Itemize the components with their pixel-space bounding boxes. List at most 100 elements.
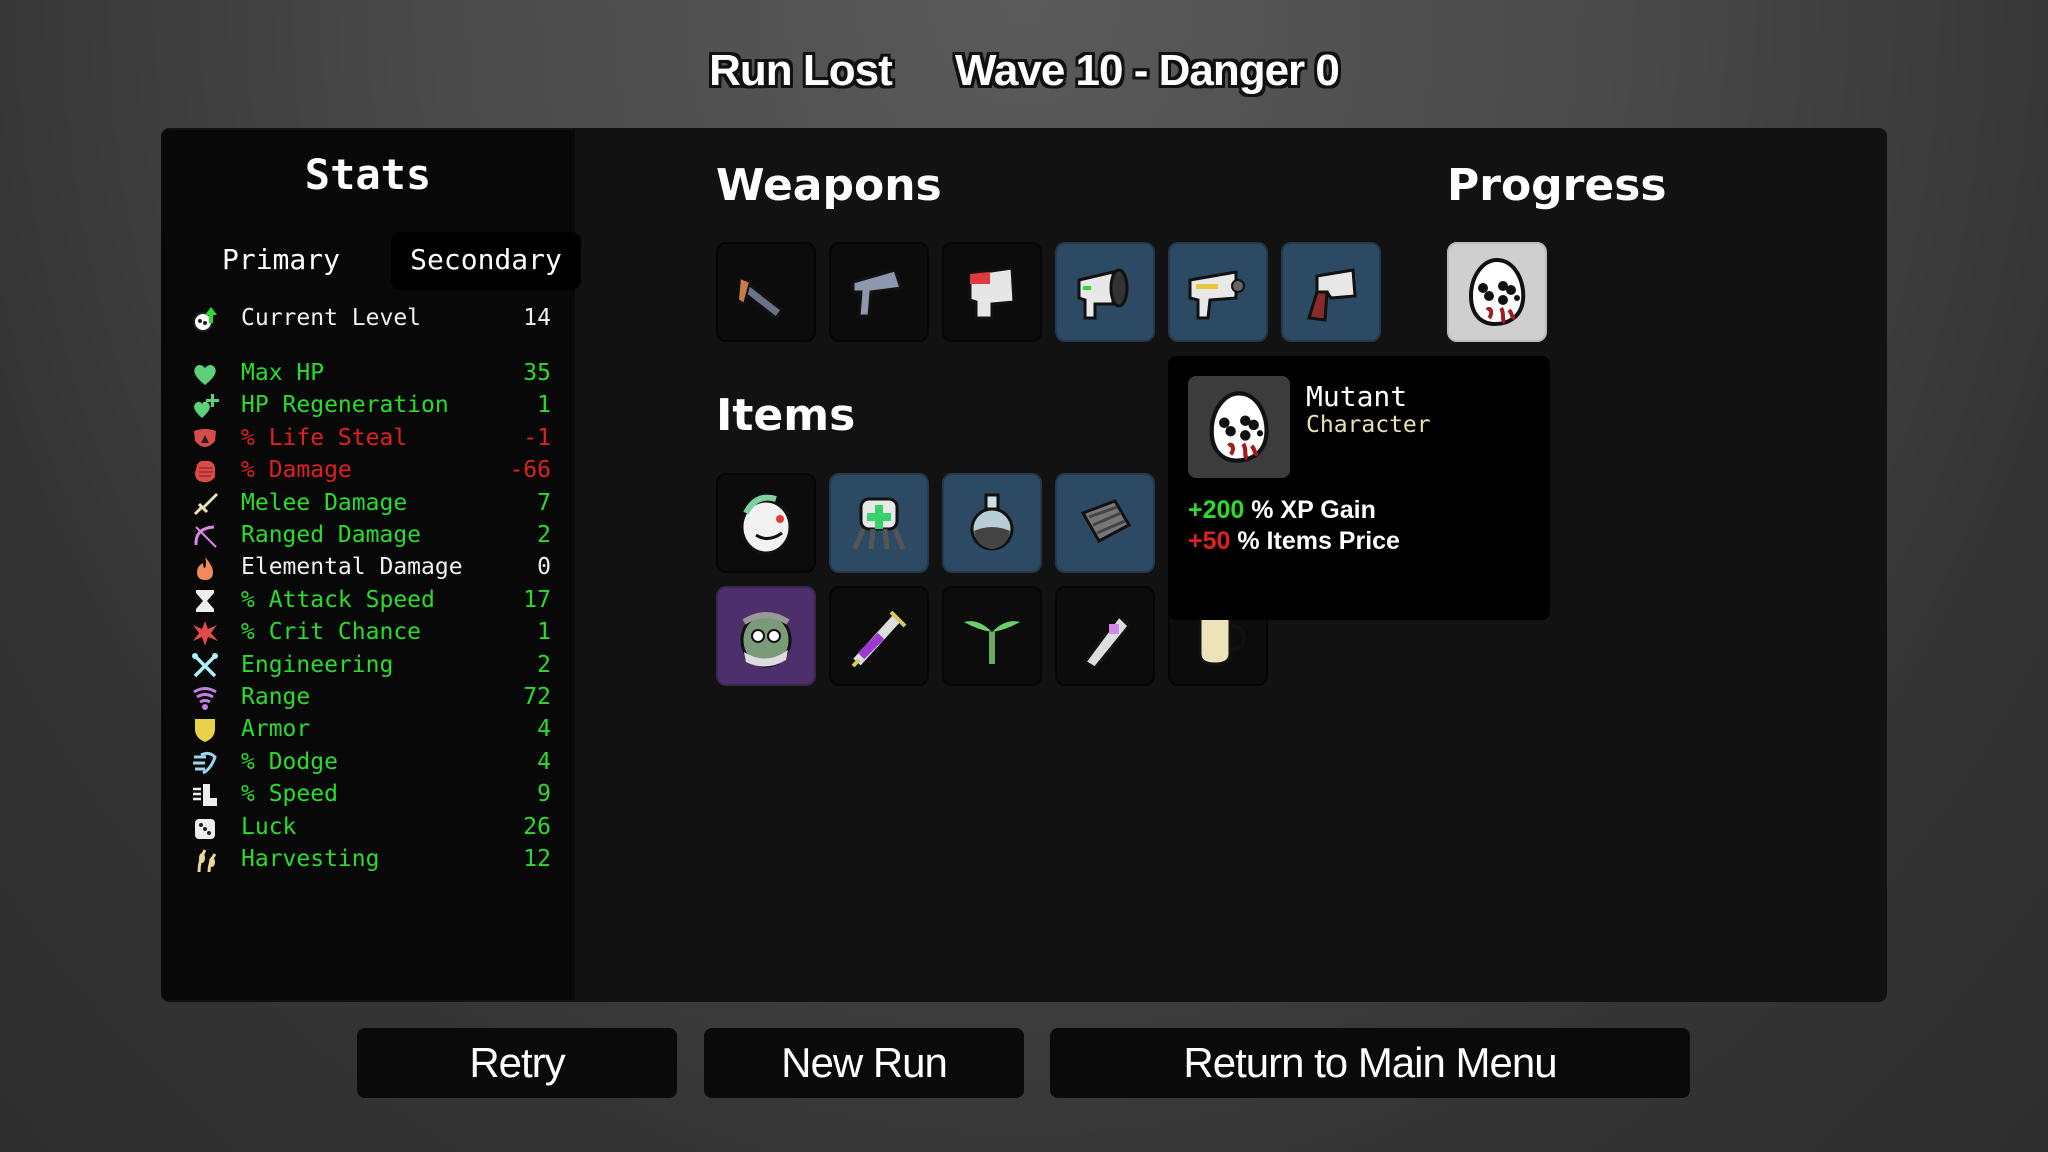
stat-row-elemental-damage: Elemental Damage 0: [191, 551, 551, 584]
tooltip-effect-price: +50 % Items Price: [1188, 527, 1400, 556]
item-slot-claw-rocket[interactable]: [1055, 586, 1155, 686]
punk-egg-icon: [740, 494, 792, 555]
crit-burst-icon: [193, 621, 218, 647]
retry-button[interactable]: Retry: [357, 1028, 677, 1098]
stat-row-current-level: Current Level 14: [191, 302, 551, 335]
dice-icon: [195, 818, 215, 839]
stat-row-pct-dodge: % Dodge 4: [191, 746, 551, 779]
stat-label: % Damage: [241, 457, 352, 484]
item-slot-metal-plate[interactable]: [1055, 473, 1155, 573]
stat-label: % Speed: [241, 781, 338, 808]
smg-red-icon: [968, 266, 1016, 320]
stat-row-luck: Luck 26: [191, 811, 551, 844]
tooltip-character-icon-frame: [1188, 376, 1290, 478]
item-slot-medkit-spider[interactable]: [829, 473, 929, 573]
stat-label: % Attack Speed: [241, 586, 435, 613]
items-title: Items: [716, 390, 856, 441]
run-summary-header: Run Lost Wave 10 - Danger 0: [0, 46, 2048, 96]
stat-label: Luck: [241, 813, 297, 840]
medkit-spider-icon: [852, 497, 906, 550]
main-menu-button[interactable]: Return to Main Menu: [1050, 1028, 1690, 1098]
run-result-label: Run Lost: [709, 46, 893, 95]
revolver-icon: [1307, 268, 1357, 322]
stat-value: 1: [537, 392, 551, 419]
dodge-icon: [193, 751, 217, 775]
weapon-slot-revolver[interactable]: [1281, 242, 1381, 342]
wave-danger-label: Wave 10 - Danger 0: [955, 46, 1340, 95]
stat-row-ranged-damage: Ranged Damage 2: [191, 519, 551, 552]
heart-icon: [194, 365, 216, 385]
item-slot-sprout[interactable]: [942, 586, 1042, 686]
stat-value: 2: [537, 522, 551, 548]
stat-label: Max HP: [241, 360, 325, 386]
stat-value: 35: [523, 360, 551, 386]
weapon-slot-laser-gun-yellow[interactable]: [1168, 242, 1268, 342]
sword-icon: [193, 492, 218, 515]
stat-value: 2: [537, 651, 551, 678]
stat-label: Range: [241, 684, 311, 710]
stat-row-pct-attack-speed: % Attack Speed 17: [191, 584, 551, 617]
stat-label: Current Level: [241, 305, 422, 331]
wrenches-icon: [192, 652, 218, 677]
wheat-icon: [197, 849, 217, 873]
stat-value: 7: [537, 489, 551, 516]
stat-row-pct-life-steal: % Life Steal -1: [191, 422, 551, 455]
stat-row-pct-damage: % Damage -66: [191, 454, 551, 487]
stat-value: 12: [523, 846, 551, 872]
item-slot-punk-egg[interactable]: [716, 473, 816, 573]
stats-tabs: Primary Secondary: [191, 232, 581, 290]
item-slot-potion-flask[interactable]: [942, 473, 1042, 573]
metal-plate-icon: [1080, 499, 1132, 544]
hourglass-icon: [196, 589, 214, 612]
stat-row-melee-damage: Melee Damage 7: [191, 487, 551, 520]
stat-value: -1: [523, 424, 551, 451]
stat-value: 72: [523, 684, 551, 710]
weapon-slot-double-barrel-shotgun[interactable]: [716, 242, 816, 342]
item-slot-syringe[interactable]: [829, 586, 929, 686]
life-steal-icon: [194, 428, 216, 447]
boot-icon: [193, 784, 217, 807]
stats-panel: Stats Primary Secondary Current Level 14…: [161, 130, 581, 1000]
stat-label: Harvesting: [241, 846, 380, 872]
progress-slot-mutant[interactable]: [1447, 242, 1547, 342]
stat-row-pct-crit-chance: % Crit Chance 1: [191, 616, 551, 649]
fist-icon: [195, 461, 215, 483]
weapon-slot-laser-gun-green[interactable]: [1055, 242, 1155, 342]
syringe-icon: [851, 610, 907, 668]
new-run-button[interactable]: New Run: [704, 1028, 1024, 1098]
stat-value: 9: [537, 781, 551, 808]
flame-icon: [197, 557, 213, 581]
pistol-gray-icon: [851, 268, 903, 318]
potion-flask-icon: [970, 493, 1014, 551]
stat-value: 14: [523, 305, 551, 331]
mummy-head-icon: [740, 612, 792, 668]
mutant-character-icon: [1468, 257, 1526, 327]
stat-value: 26: [523, 813, 551, 840]
weapon-slot-pistol-gray[interactable]: [829, 242, 929, 342]
stat-label: Armor: [241, 716, 311, 743]
stat-value: 4: [537, 716, 551, 743]
tab-secondary[interactable]: Secondary: [391, 232, 581, 290]
stat-row-engineering: Engineering 2: [191, 649, 551, 682]
effect-text: % Items Price: [1230, 527, 1400, 555]
stat-value: 0: [537, 554, 551, 581]
laser-gun-yellow-icon: [1188, 270, 1245, 320]
stat-label: % Dodge: [241, 748, 338, 775]
stat-label: Engineering: [241, 651, 394, 678]
range-waves-icon: [193, 687, 217, 710]
heart-regen-icon: [194, 394, 219, 419]
sprout-icon: [964, 621, 1020, 664]
item-slot-mummy-head[interactable]: [716, 586, 816, 686]
weapon-slot-smg-red[interactable]: [942, 242, 1042, 342]
level-up-icon: [193, 307, 217, 332]
shield-icon: [195, 719, 215, 743]
double-barrel-shotgun-icon: [736, 276, 785, 321]
character-tooltip: Mutant Character +200 % XP Gain +50 % It…: [1168, 356, 1550, 620]
stat-label: % Crit Chance: [241, 619, 422, 646]
tab-primary[interactable]: Primary: [191, 232, 371, 290]
mutant-character-icon: [1209, 391, 1269, 463]
weapons-title: Weapons: [716, 160, 942, 211]
stats-title: Stats: [304, 150, 432, 199]
stat-row-range: Range 72: [191, 681, 551, 714]
laser-gun-green-icon: [1077, 268, 1129, 320]
